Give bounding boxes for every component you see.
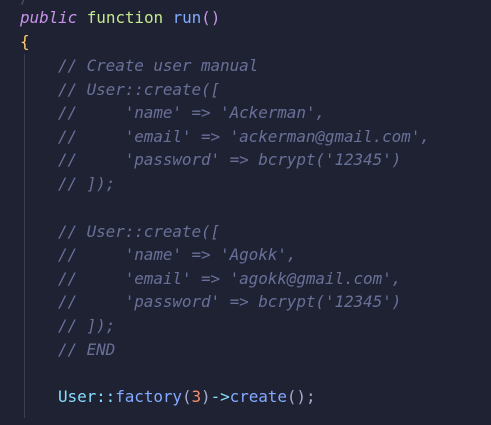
- function-parens: (): [201, 8, 221, 27]
- code-line-factory-call: User::factory(3)->create();: [58, 385, 316, 408]
- class-name: User: [58, 387, 97, 406]
- comment-line: // 'name' => 'Ackerman',: [58, 103, 325, 122]
- call-end: ();: [286, 387, 316, 406]
- comment-line: // 'name' => 'Agokk',: [58, 245, 297, 264]
- comment-line: // Create user manual: [58, 56, 259, 75]
- code-editor[interactable]: / public function run() { // Create user…: [0, 0, 491, 425]
- close-paren: ): [201, 387, 211, 406]
- method-factory: factory: [115, 387, 182, 406]
- comment-line: // 'password' => bcrypt('12345'): [58, 292, 402, 311]
- comment-line: // END: [58, 340, 116, 359]
- number-arg: 3: [191, 387, 202, 406]
- comment-line: // ]);: [58, 316, 116, 335]
- code-line-open-brace: {: [20, 30, 30, 53]
- comment-line: // User::create([: [58, 80, 221, 99]
- comment-line: // 'password' => bcrypt('12345'): [58, 150, 402, 169]
- code-line-function-signature: public function run(): [20, 6, 220, 29]
- indent-guide: [24, 54, 25, 418]
- comment-line: // User::create([: [58, 222, 221, 241]
- arrow-operator: ->: [210, 387, 230, 406]
- method-create: create: [229, 387, 287, 406]
- scope-operator: ::: [96, 387, 116, 406]
- comment-line: // 'email' => 'ackerman@gmail.com',: [58, 127, 430, 146]
- comment-line: // ]);: [58, 174, 116, 193]
- keyword-function: function: [86, 8, 164, 27]
- open-brace: {: [20, 32, 30, 51]
- open-paren: (: [181, 387, 192, 406]
- comment-line: // 'email' => 'agokk@gmail.com',: [58, 269, 402, 288]
- function-name: run: [172, 8, 202, 27]
- keyword-public: public: [20, 8, 78, 27]
